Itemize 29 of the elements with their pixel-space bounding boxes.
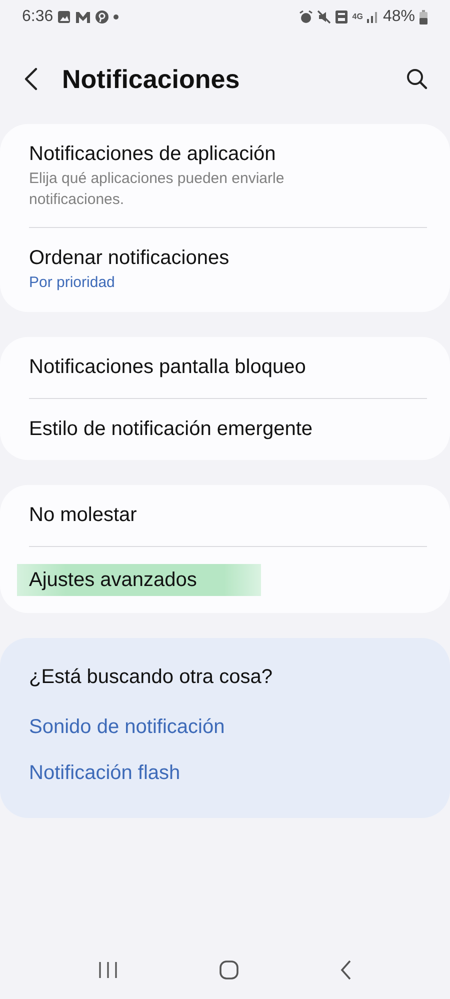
settings-item[interactable]: Notificaciones pantalla bloqueo: [29, 354, 306, 380]
settings-item[interactable]: Ordenar notificaciones: [29, 245, 230, 271]
recents-icon[interactable]: [98, 961, 118, 979]
dot-icon: [113, 14, 120, 20]
image-icon: [57, 10, 72, 24]
alarm-icon: [299, 10, 314, 24]
page-title: Notificaciones: [62, 62, 241, 96]
signal-icon: [366, 11, 379, 23]
battery-icon: [419, 10, 428, 24]
back-icon: [24, 67, 38, 91]
item-description: Elija qué aplicaciones pueden enviarle notificaciones.: [29, 169, 286, 210]
search-icon: [406, 68, 428, 90]
settings-item[interactable]: Estilo de notificación emergente: [29, 416, 312, 442]
battery-percent: 48%: [382, 7, 415, 27]
back-button[interactable]: [24, 67, 38, 91]
home-icon[interactable]: [218, 960, 239, 980]
settings-item[interactable]: No molestar: [29, 502, 137, 528]
suggestion-title: ¿Está buscando otra cosa?: [29, 664, 272, 690]
search-button[interactable]: [406, 68, 428, 90]
suggestion-link[interactable]: Sonido de notificación: [29, 706, 225, 752]
suggestion-link[interactable]: Notificación flash: [29, 752, 180, 798]
status-time: 6:36: [22, 7, 54, 27]
mail-icon: [75, 10, 92, 24]
back-nav-icon[interactable]: [340, 960, 352, 980]
mute-icon: [317, 10, 332, 24]
settings-item[interactable]: Notificaciones de aplicación: [29, 141, 276, 167]
settings-item[interactable]: Ajustes avanzados: [17, 564, 261, 596]
network-type: 4G: [352, 13, 363, 21]
setting-value: Por prioridad: [29, 273, 116, 293]
